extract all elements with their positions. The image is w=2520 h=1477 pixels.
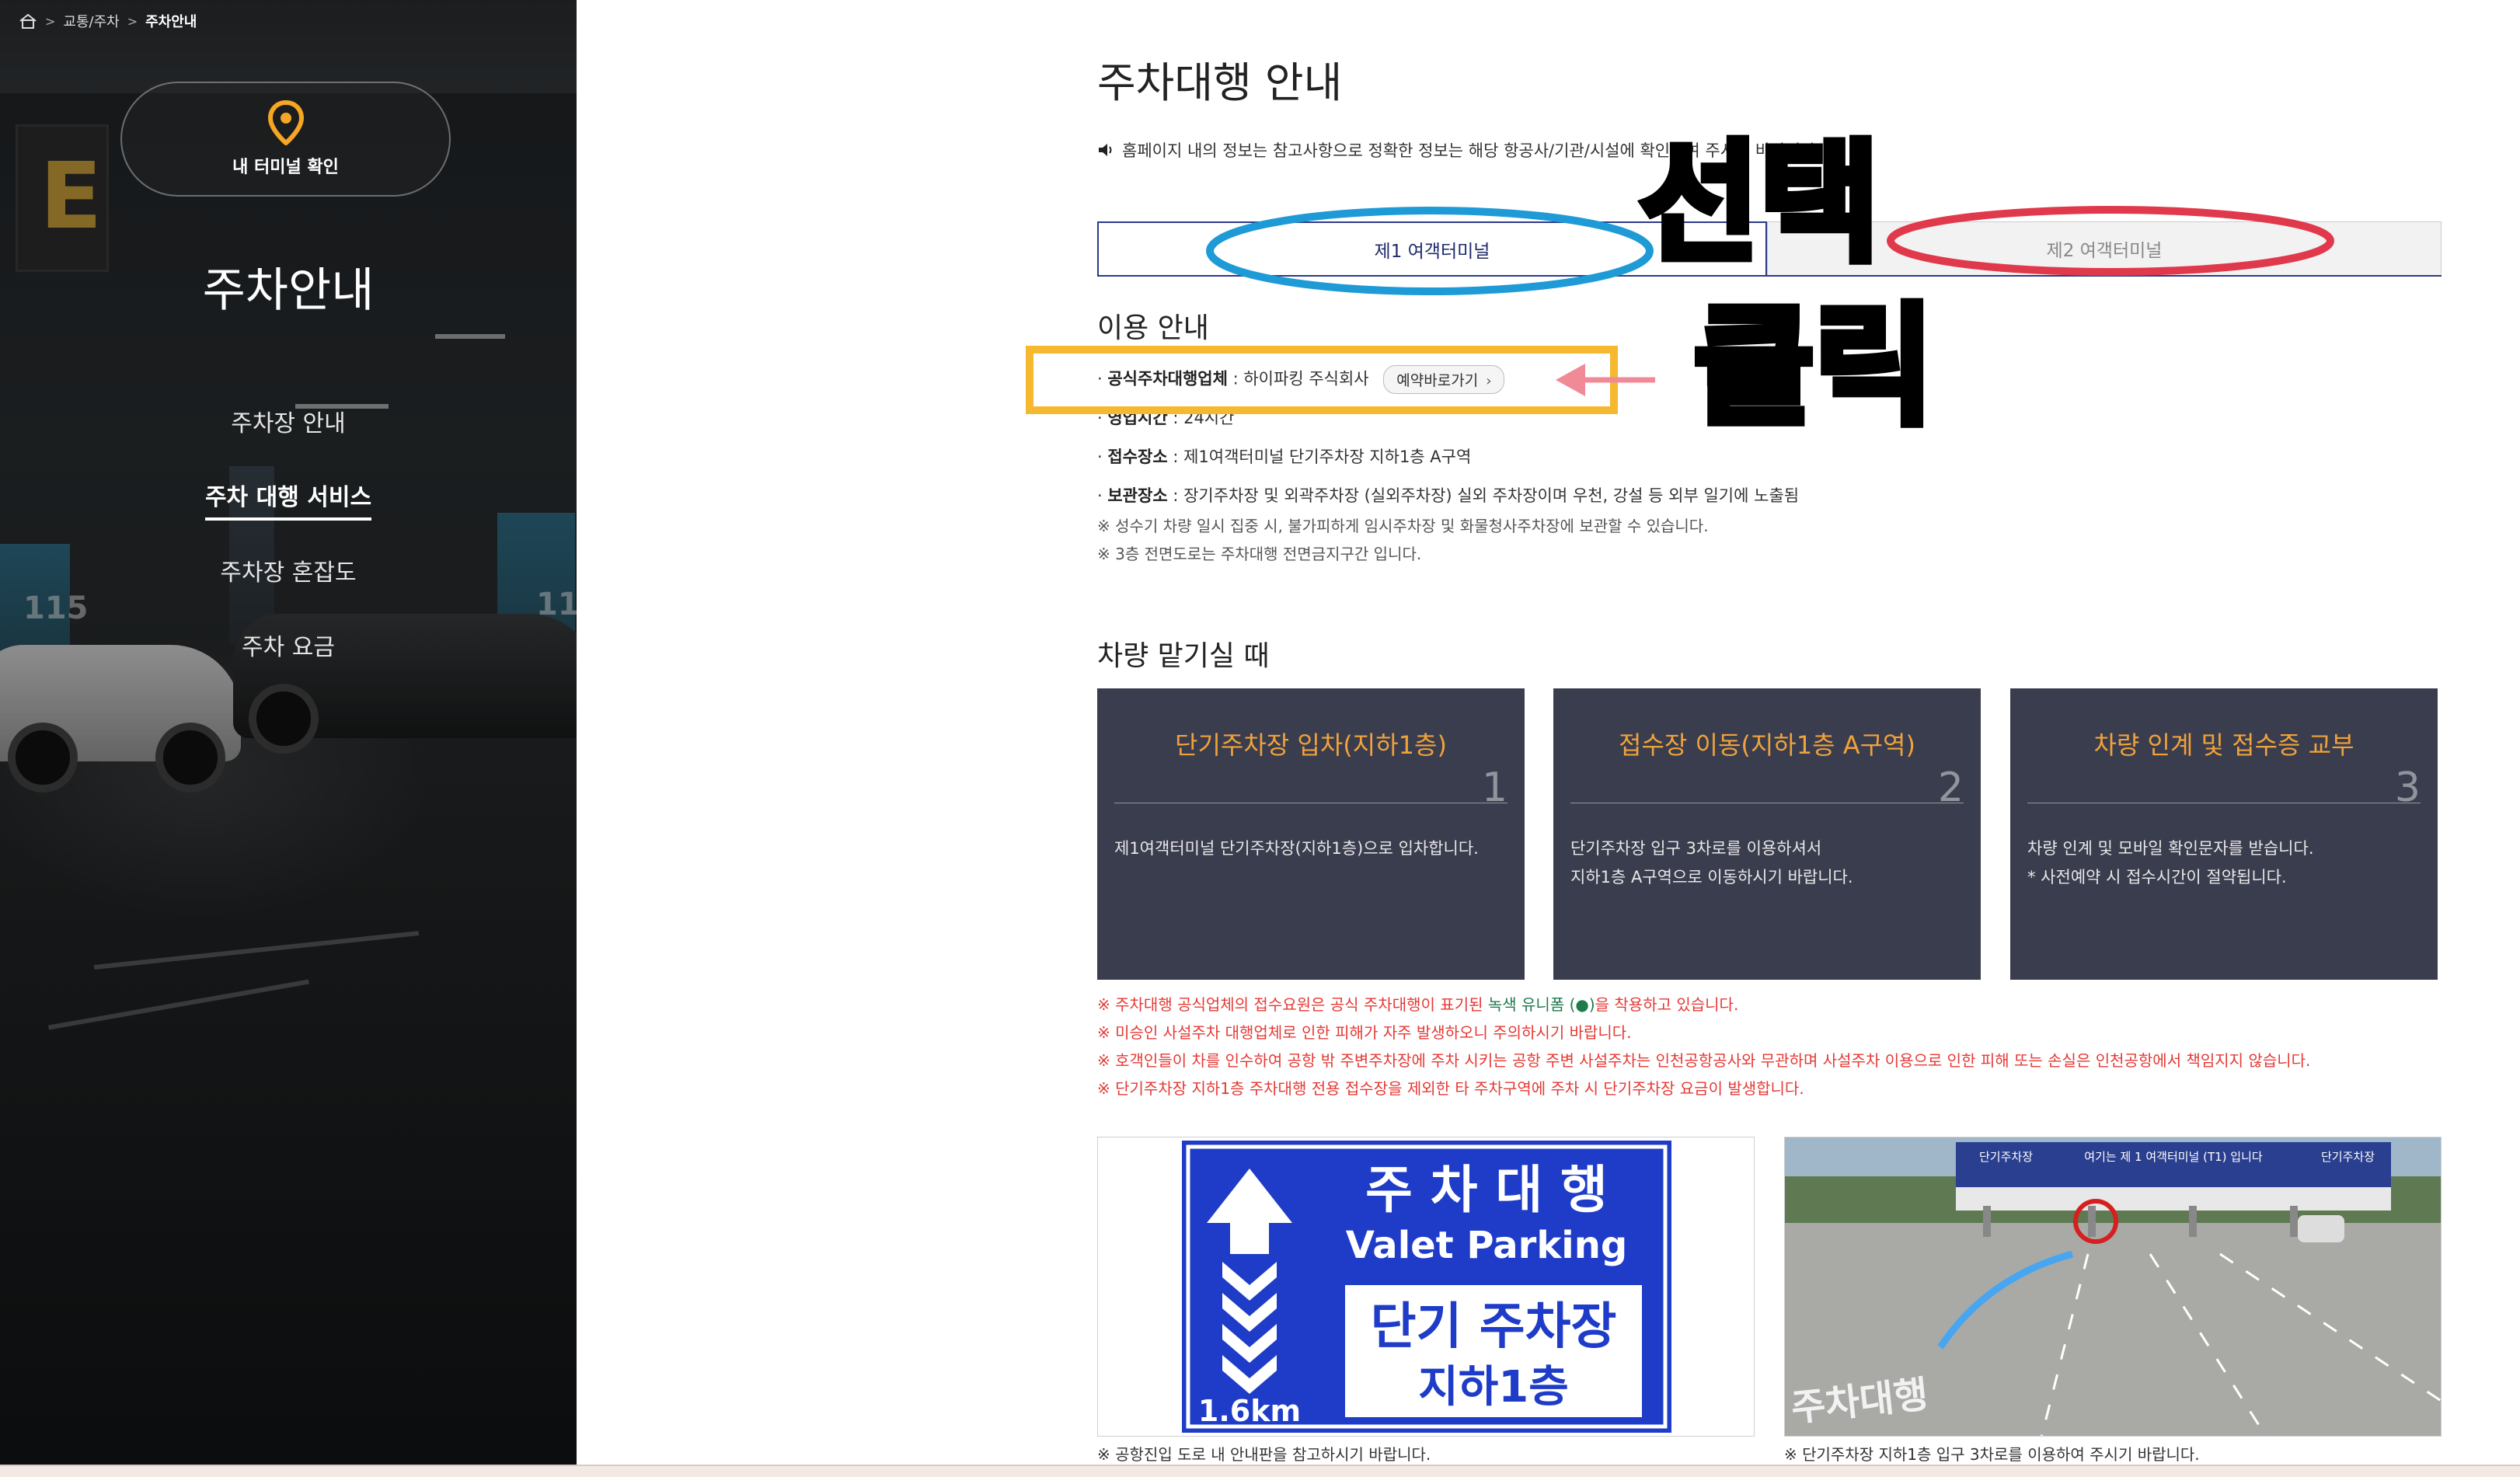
company-highlight-box: [1026, 346, 1618, 414]
breadcrumb-separator: >: [45, 13, 56, 29]
sidebar-item-valet-service[interactable]: 주차 대행 서비스: [0, 478, 577, 521]
sidebar-item-congestion[interactable]: 주차장 혼잡도: [0, 553, 577, 587]
bottom-strip: [0, 1465, 2520, 1477]
tab1-highlight-ellipse: [1206, 207, 1654, 295]
sidebar-item-fees[interactable]: 주차 요금: [0, 628, 577, 662]
sidebar-item-parking-info[interactable]: 주차장 안내: [0, 404, 577, 438]
breadcrumb: > 교통/주차 > 주차안내: [19, 11, 197, 31]
annotation-select: 선택: [1636, 127, 1884, 280]
home-icon[interactable]: [19, 13, 37, 29]
sidebar-title: 주차안내: [202, 263, 375, 318]
terminal-check-label: 내 터미널 확인: [232, 158, 339, 177]
annotation-click: 클릭: [1690, 291, 1938, 443]
tab2-highlight-ellipse: [1887, 206, 2334, 276]
arrow-left-icon: [1556, 364, 1585, 396]
annotation-overlay: [1026, 206, 2334, 414]
location-pin-icon: [267, 100, 304, 145]
breadcrumb-current: 주차안내: [145, 14, 197, 30]
breadcrumb-section[interactable]: 교통/주차: [63, 11, 119, 31]
breadcrumb-separator: >: [127, 13, 138, 29]
terminal-check-button[interactable]: 내 터미널 확인: [120, 82, 451, 197]
